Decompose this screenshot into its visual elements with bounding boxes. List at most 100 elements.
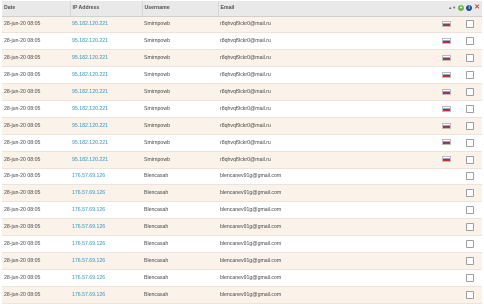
row-checkbox[interactable] [466,20,474,29]
row-ip-link[interactable]: 95.182.120.221 [70,66,142,85]
row-ip-link[interactable]: 176.57.69.126 [70,201,142,220]
row-username: Blencasah [142,218,218,237]
row-date: 28-jun-20 08:05 [2,83,70,101]
russia-flag-icon [441,105,451,112]
row-checkbox[interactable] [466,172,474,181]
row-date: 28-jun-20 08:05 [2,117,70,135]
table-row[interactable]: 28-jun-20 08:05 95.182.120.221 Smirnpowb r8… [2,83,483,101]
row-checkbox[interactable] [466,273,474,282]
row-email: blencanev91g@gmail.com [218,235,434,253]
table-row[interactable]: 28-jun-20 08:05 176.57.69.126 Blencasah ble… [2,218,483,237]
row-checkbox[interactable] [466,290,474,299]
row-country [434,134,458,152]
row-checkbox[interactable] [466,223,474,232]
russia-flag-icon [441,71,451,78]
row-country [434,201,458,220]
row-checkbox[interactable] [466,88,474,96]
row-country [434,184,458,203]
row-checkbox[interactable] [466,104,474,113]
table-row[interactable]: 28-jun-20 08:05 176.57.69.126 Blencasah ble… [2,184,483,203]
row-checkbox[interactable] [466,71,474,80]
row-select [458,134,483,152]
table-row[interactable]: 28-jun-20 08:05 176.57.69.126 Blencasah ble… [2,201,483,220]
row-ip-link[interactable]: 95.182.120.221 [70,49,142,68]
row-country [434,286,458,304]
row-checkbox[interactable] [466,155,474,164]
table-row[interactable]: 28-jun-20 08:05 95.182.120.221 Smirnpowb r8… [2,117,483,135]
table-row[interactable]: 28-jun-20 08:05 95.182.120.221 Smirnpowb r8… [2,134,483,152]
row-date: 28-jun-20 08:05 [2,252,70,270]
row-ip-link[interactable]: 95.182.120.221 [70,16,142,34]
row-email: r8qhvqf9ckr0@mail.ru [218,117,434,135]
row-username: Blencasah [142,269,218,287]
row-email: blencanev91g@gmail.com [218,269,434,287]
table-row[interactable]: 28-jun-20 08:05 176.57.69.126 Blencasah ble… [2,286,483,304]
row-username: Smirnpowb [142,151,218,169]
row-date: 28-jun-20 08:05 [2,218,70,237]
row-email: blencanev91g@gmail.com [218,252,434,270]
column-header-ip[interactable]: IP Address [69,1,142,17]
row-country [434,151,458,169]
row-date: 28-jun-20 08:05 [2,151,70,169]
row-country [434,117,458,135]
table-row[interactable]: 28-jun-20 08:05 95.182.120.221 Smirnpowb r8… [2,49,483,68]
table-row[interactable]: 28-jun-20 08:05 176.57.69.126 Blencasah ble… [2,252,483,270]
row-username: Smirnpowb [142,16,218,34]
row-ip-link[interactable]: 176.57.69.126 [70,269,142,287]
row-email: r8qhvqf9ckr0@mail.ru [218,66,434,85]
table-row[interactable]: 28-jun-20 08:05 95.182.120.221 Smirnpowb r8… [2,16,483,34]
row-checkbox[interactable] [466,256,474,265]
table-row[interactable]: 28-jun-20 08:05 95.182.120.221 Smirnpowb r8… [2,66,483,85]
row-checkbox[interactable] [466,138,474,147]
row-ip-link[interactable]: 176.57.69.126 [70,252,142,270]
column-header-username[interactable]: Username [141,1,218,17]
table-row[interactable]: 28-jun-20 08:05 95.182.120.221 Smirnpowb r8… [2,151,483,169]
russia-flag-icon [441,38,451,45]
row-ip-link[interactable]: 95.182.120.221 [70,134,142,152]
row-date: 28-jun-20 08:05 [2,201,70,220]
row-checkbox[interactable] [466,121,474,130]
row-country [434,252,458,270]
column-header-email[interactable]: Email [217,1,434,17]
row-ip-link[interactable]: 95.182.120.221 [70,32,142,51]
table-row[interactable]: 28-jun-20 08:05 176.57.69.126 Blencasah ble… [2,168,483,186]
table-row[interactable]: 28-jun-20 08:05 95.182.120.221 Smirnpowb r8… [2,32,483,51]
table-row[interactable]: 28-jun-20 08:05 95.182.120.221 Smirnpowb r8… [2,100,483,118]
row-email: r8qhvqf9ckr0@mail.ru [218,100,434,118]
sort-icon[interactable]: ▲▼ [448,5,456,11]
row-ip-link[interactable]: 95.182.120.221 [70,83,142,101]
row-checkbox[interactable] [466,37,474,46]
row-checkbox[interactable] [466,189,474,198]
registration-log-table: Date IP Address Username Email ▲▼ + i ✕ … [2,1,483,304]
row-country [434,168,458,186]
row-country [434,218,458,237]
add-icon[interactable]: + [458,5,465,12]
row-ip-link[interactable]: 176.57.69.126 [70,286,142,304]
row-ip-link[interactable]: 95.182.120.221 [70,151,142,169]
table-header-row: Date IP Address Username Email ▲▼ + i ✕ [2,1,483,17]
table-row[interactable]: 28-jun-20 08:05 176.57.69.126 Blencasah ble… [2,269,483,287]
row-ip-link[interactable]: 176.57.69.126 [70,218,142,237]
row-select [458,151,483,169]
row-select [458,117,483,135]
row-email: r8qhvqf9ckr0@mail.ru [218,151,434,169]
row-ip-link[interactable]: 95.182.120.221 [70,100,142,118]
info-icon[interactable]: i [466,5,473,12]
row-ip-link[interactable]: 95.182.120.221 [70,117,142,135]
table-row[interactable]: 28-jun-20 08:05 176.57.69.126 Blencasah ble… [2,235,483,253]
column-header-date[interactable]: Date [2,1,70,17]
row-username: Blencasah [142,201,218,220]
row-username: Blencasah [142,168,218,186]
row-username: Blencasah [142,252,218,270]
row-checkbox[interactable] [466,54,474,63]
row-date: 28-jun-20 08:05 [2,66,70,85]
row-email: r8qhvqf9ckr0@mail.ru [218,134,434,152]
row-ip-link[interactable]: 176.57.69.126 [70,168,142,186]
row-select [458,83,483,101]
row-username: Smirnpowb [142,66,218,85]
row-ip-link[interactable]: 176.57.69.126 [70,184,142,203]
row-checkbox[interactable] [466,206,474,215]
close-icon[interactable]: ✕ [474,4,480,11]
row-checkbox[interactable] [466,240,474,249]
row-ip-link[interactable]: 176.57.69.126 [70,235,142,253]
